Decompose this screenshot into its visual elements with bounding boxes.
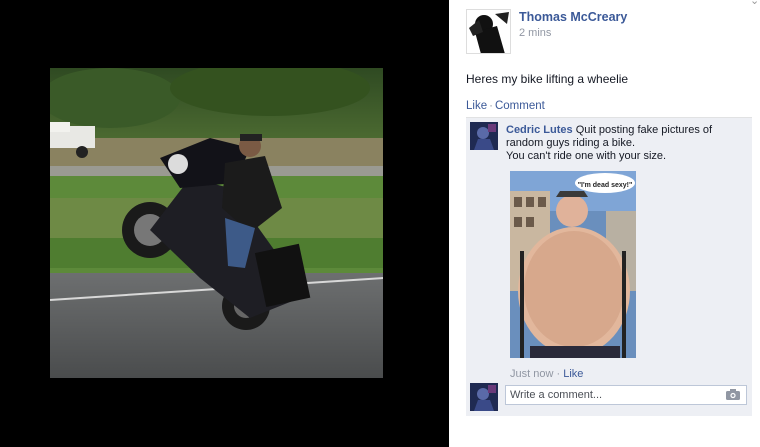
viewer-avatar-image bbox=[470, 383, 498, 411]
motorcycle-wheelie-photo bbox=[50, 68, 383, 378]
comment-link[interactable]: Comment bbox=[495, 100, 545, 112]
camera-icon[interactable] bbox=[726, 389, 740, 400]
post-actions: Like · Comment bbox=[466, 100, 545, 112]
comment-input[interactable] bbox=[505, 385, 747, 405]
reply-composer bbox=[470, 383, 748, 413]
comment-timestamp[interactable]: Just now bbox=[510, 368, 553, 380]
author-avatar[interactable] bbox=[466, 9, 511, 54]
post-photo[interactable] bbox=[50, 68, 383, 378]
chevron-down-icon[interactable]: ⌄ bbox=[750, 0, 760, 7]
commenter-avatar-image bbox=[470, 122, 498, 150]
post-panel: ⌄ Thomas McCreary 2 mins Heres my bike l… bbox=[449, 0, 760, 447]
author-name[interactable]: Thomas McCreary bbox=[519, 10, 627, 24]
comment-photo-caption: "I'm dead sexy!" bbox=[578, 182, 633, 189]
commenter-avatar[interactable] bbox=[470, 122, 498, 150]
post-text: Heres my bike lifting a wheelie bbox=[466, 72, 629, 86]
comment-text-line2: You can't ride one with your size. bbox=[506, 150, 667, 162]
post-header: Thomas McCreary 2 mins bbox=[466, 9, 627, 54]
post-timestamp[interactable]: 2 mins bbox=[519, 27, 627, 39]
comment-body: Cedric Lutes Quit posting fake pictures … bbox=[506, 124, 746, 163]
viewer-avatar bbox=[470, 383, 498, 411]
photo-viewer-stage bbox=[0, 0, 449, 447]
comment-photo-image: "I'm dead sexy!" bbox=[510, 171, 636, 358]
comment-photo[interactable]: "I'm dead sexy!" bbox=[510, 171, 636, 358]
comment-meta: Just now · Like bbox=[510, 368, 583, 380]
comment-like-link[interactable]: Like bbox=[563, 368, 583, 380]
like-link[interactable]: Like bbox=[466, 100, 487, 112]
author-avatar-image bbox=[467, 10, 510, 53]
comment-meta-separator: · bbox=[556, 368, 561, 380]
action-separator: · bbox=[489, 100, 493, 112]
comments-section: Cedric Lutes Quit posting fake pictures … bbox=[466, 117, 752, 416]
commenter-name[interactable]: Cedric Lutes bbox=[506, 124, 573, 136]
